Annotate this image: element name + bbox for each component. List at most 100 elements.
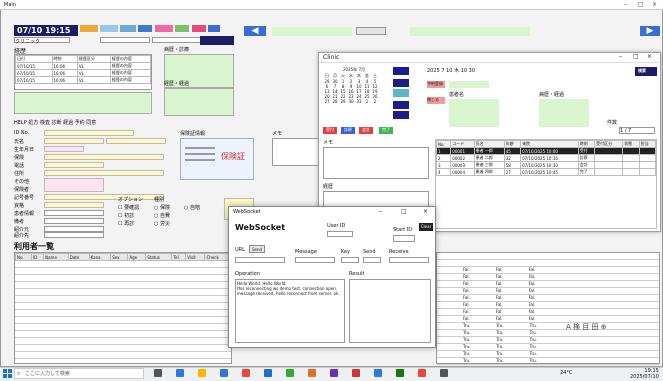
- option-checkbox[interactable]: ☐ 初診: [118, 212, 134, 219]
- year-field[interactable]: 2025: [427, 68, 440, 74]
- calendar-nav-button[interactable]: [393, 89, 409, 97]
- next-arrow-button[interactable]: ▶: [640, 26, 660, 36]
- pink-button[interactable]: [155, 25, 173, 32]
- tab-reception[interactable]: 受付: [323, 127, 337, 134]
- close-icon[interactable]: ×: [652, 1, 657, 8]
- option-checkbox[interactable]: ☐ 再診: [118, 220, 134, 227]
- list-item[interactable]: Fal. Fal. Fal.: [437, 288, 659, 295]
- note-field[interactable]: [44, 218, 104, 224]
- symbol-field[interactable]: [44, 194, 164, 200]
- table-row[interactable]: 07/10/15 16:06 VL 経歴の内容: [15, 69, 152, 77]
- calendar-day[interactable]: 31: [355, 99, 363, 104]
- menu-bar[interactable]: HELP 処方 検査 診断 経過 予約 同意: [14, 119, 234, 126]
- app-icon[interactable]: [264, 369, 272, 377]
- app-icon[interactable]: [176, 369, 184, 377]
- day-field[interactable]: 10: [446, 68, 452, 74]
- minimize-icon[interactable]: –: [624, 1, 627, 8]
- send-input[interactable]: [363, 257, 381, 263]
- url-input[interactable]: [235, 257, 285, 263]
- list-item[interactable]: Fal. Fal. Fal.: [437, 267, 659, 274]
- blue-button-4[interactable]: [208, 25, 220, 32]
- tab-exam[interactable]: 診察: [341, 127, 355, 134]
- header-field-2[interactable]: [100, 37, 150, 43]
- red-button[interactable]: [192, 25, 206, 32]
- calendar-nav-button[interactable]: [393, 79, 409, 87]
- windows-start-icon[interactable]: [3, 369, 12, 378]
- app-icon[interactable]: [440, 369, 448, 377]
- table-row[interactable]: 1 00001 患者 一郎 45 07/10/2025 10:00 受付: [436, 147, 656, 155]
- kana-field[interactable]: [106, 138, 166, 144]
- app-icon[interactable]: [308, 369, 316, 377]
- list-item[interactable]: [15, 296, 231, 303]
- comment-area[interactable]: [164, 88, 234, 116]
- table-row[interactable]: 4 00004 患者 四郎 27 07/10/2025 10:45 完了: [436, 168, 656, 176]
- calendar-nav-button[interactable]: [393, 101, 409, 109]
- insurance-field[interactable]: [44, 154, 164, 160]
- table-row[interactable]: 3 00003 患者 三郎 58 07/10/2025 10:30 会計: [436, 161, 656, 169]
- maximize-icon[interactable]: □: [401, 208, 407, 215]
- minute-field[interactable]: 30: [469, 68, 475, 74]
- search-button[interactable]: 検索: [635, 67, 657, 76]
- birth-field[interactable]: [44, 146, 84, 152]
- other-field[interactable]: [44, 178, 104, 192]
- phone-field[interactable]: [44, 162, 104, 168]
- app-icon[interactable]: [352, 369, 360, 377]
- list-item[interactable]: Fal. Fal. Fal.: [437, 281, 659, 288]
- minimize-icon[interactable]: –: [619, 53, 622, 60]
- calendar-nav-button[interactable]: [393, 67, 409, 75]
- calendar-nav-button[interactable]: [393, 111, 409, 119]
- list-item[interactable]: [15, 310, 231, 317]
- left-note-area[interactable]: [323, 147, 429, 179]
- prev-arrow-button[interactable]: ◀: [244, 26, 266, 36]
- weekday-field[interactable]: 木: [454, 68, 459, 74]
- clinic-table[interactable]: No. コード 氏名 年齢 来院 時刻 受付区分 状態 担当 1 00001 患…: [435, 139, 657, 229]
- blue-button-2[interactable]: [120, 25, 136, 32]
- start-field[interactable]: [393, 235, 415, 242]
- list-item[interactable]: Fal. Fal. Fal.: [437, 302, 659, 309]
- reserve-button[interactable]: 予約登録: [427, 81, 445, 88]
- taskbar-search[interactable]: ⌕ ここに入力して検索: [14, 368, 144, 379]
- list-item[interactable]: [437, 253, 659, 260]
- app-icon[interactable]: [374, 369, 382, 377]
- log-area[interactable]: Hello World. Hello World. this reconnect…: [235, 279, 345, 343]
- month-field[interactable]: 7: [441, 68, 444, 74]
- zoom-toolbar[interactable]: A 検 目 田 ⊕: [566, 322, 607, 332]
- list-item[interactable]: Tru. Tru. Tru.: [437, 351, 659, 358]
- list-item[interactable]: [15, 275, 231, 282]
- app-icon[interactable]: [286, 369, 294, 377]
- app-icon[interactable]: [220, 369, 228, 377]
- clear-button[interactable]: Clear: [419, 223, 433, 231]
- memo-area[interactable]: [539, 99, 589, 127]
- type-radio[interactable]: ○ 保険: [154, 204, 170, 211]
- message-input[interactable]: [295, 257, 335, 263]
- hour-field[interactable]: 10: [461, 68, 467, 74]
- list-item[interactable]: [15, 261, 231, 268]
- top-gray-button[interactable]: [356, 27, 386, 35]
- list-item[interactable]: Tru. Tru. Tru.: [437, 323, 659, 330]
- patient-info-field[interactable]: [44, 210, 104, 216]
- tab-done[interactable]: 完了: [379, 127, 393, 134]
- table-row[interactable]: 2 00002 患者 二郎 32 07/10/2025 10:15 診察: [436, 154, 656, 162]
- blue-button[interactable]: [100, 25, 118, 32]
- maximize-icon[interactable]: □: [633, 53, 639, 60]
- table-row[interactable]: 07/10/15 16:06 VL 経歴の内容: [15, 62, 152, 70]
- tab-payment[interactable]: 会計: [359, 127, 373, 134]
- list-item[interactable]: [15, 352, 231, 359]
- app-icon[interactable]: [418, 369, 426, 377]
- calendar-day[interactable]: 28: [331, 99, 339, 104]
- result-area[interactable]: [349, 279, 431, 343]
- date-fields[interactable]: 2025 7 10 木 10 30: [427, 67, 657, 76]
- list-item[interactable]: [15, 338, 231, 345]
- user-list-right[interactable]: Fal. Fal. Fal. Fal. Fal. Fal. Fal. Fal. Fal. Fal.…: [436, 252, 660, 365]
- send-button[interactable]: Send: [249, 245, 265, 253]
- calendar-day[interactable]: 29: [339, 99, 347, 104]
- list-item[interactable]: [15, 324, 231, 331]
- app-icon[interactable]: [154, 369, 162, 377]
- maximize-icon[interactable]: □: [638, 1, 644, 8]
- list-item[interactable]: [15, 282, 231, 289]
- receive-input[interactable]: [389, 257, 429, 263]
- table-row[interactable]: 07/10/15 16:06 VL 経歴の内容: [15, 76, 152, 84]
- address-field[interactable]: [44, 170, 164, 176]
- history-detail-area[interactable]: [14, 92, 152, 114]
- top-green-field-2[interactable]: [410, 27, 530, 36]
